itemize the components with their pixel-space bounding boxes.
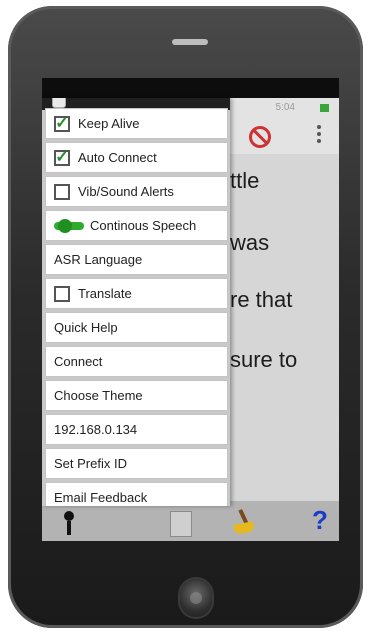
menu-item-label: Choose Theme — [54, 388, 143, 403]
signal-icon — [320, 104, 329, 112]
menu-item-choose-theme[interactable]: Choose Theme — [45, 380, 228, 411]
no-sign-icon[interactable] — [249, 126, 271, 148]
transcript-line: ttle — [230, 168, 260, 193]
menu-item-label: Keep Alive — [78, 116, 140, 131]
microphone-icon[interactable] — [64, 511, 74, 535]
status-bar — [42, 78, 339, 98]
checkbox-vib-sound-alerts[interactable] — [54, 183, 70, 200]
checkbox-keep-alive[interactable] — [54, 115, 70, 132]
help-icon[interactable]: ? — [312, 505, 328, 536]
app-icon — [52, 98, 66, 108]
app-screen: 5:04 ttle was re that sure to ? Keep Ali… — [42, 78, 339, 541]
menu-item-label: Vib/Sound Alerts — [78, 184, 174, 199]
menu-item-label: Quick Help — [54, 320, 118, 335]
menu-item-quick-help[interactable]: Quick Help — [45, 312, 228, 343]
overflow-menu-icon[interactable] — [317, 125, 321, 145]
menu-item-ip-address[interactable]: 192.168.0.134 — [45, 414, 228, 445]
navigation-drawer: Keep Alive Auto Connect Vib/Sound Alerts… — [42, 98, 230, 506]
transcript-line: was — [230, 230, 270, 255]
menu-item-label: Connect — [54, 354, 103, 369]
toggle-switch[interactable] — [54, 218, 84, 233]
menu-item-translate[interactable]: Translate — [45, 278, 228, 309]
menu-item-label: 192.168.0.134 — [54, 422, 138, 437]
home-button[interactable] — [180, 579, 212, 617]
home-button-center — [190, 592, 202, 604]
menu-item-vib-sound-alerts[interactable]: Vib/Sound Alerts — [45, 176, 228, 207]
menu-item-set-prefix-id[interactable]: Set Prefix ID — [45, 448, 228, 479]
menu-item-auto-connect[interactable]: Auto Connect — [45, 142, 228, 173]
menu-item-email-feedback[interactable]: Email Feedback — [45, 482, 228, 506]
bottom-toolbar: ? — [42, 501, 339, 541]
checkbox-auto-connect[interactable] — [54, 149, 70, 166]
menu-item-connect[interactable]: Connect — [45, 346, 228, 377]
menu-item-label: ASR Language — [54, 252, 143, 267]
checkbox-translate[interactable] — [54, 285, 70, 302]
broom-icon[interactable] — [230, 507, 260, 537]
menu-item-label: Translate — [78, 286, 132, 301]
menu-item-label: Auto Connect — [78, 150, 157, 165]
transcript-line: sure to — [230, 347, 298, 372]
menu-item-label: Set Prefix ID — [54, 456, 127, 471]
menu-item-asr-language[interactable]: ASR Language — [45, 244, 228, 275]
document-icon[interactable] — [170, 511, 192, 537]
menu-item-continous-speech[interactable]: Continous Speech — [45, 210, 228, 241]
menu-item-label: Continous Speech — [90, 218, 197, 233]
menu-item-label: Email Feedback — [54, 490, 148, 505]
status-time: 5:04 — [275, 102, 295, 113]
transcript-line: re that — [230, 287, 293, 312]
speaker-grille — [172, 39, 208, 45]
menu-item-keep-alive[interactable]: Keep Alive — [45, 108, 228, 139]
